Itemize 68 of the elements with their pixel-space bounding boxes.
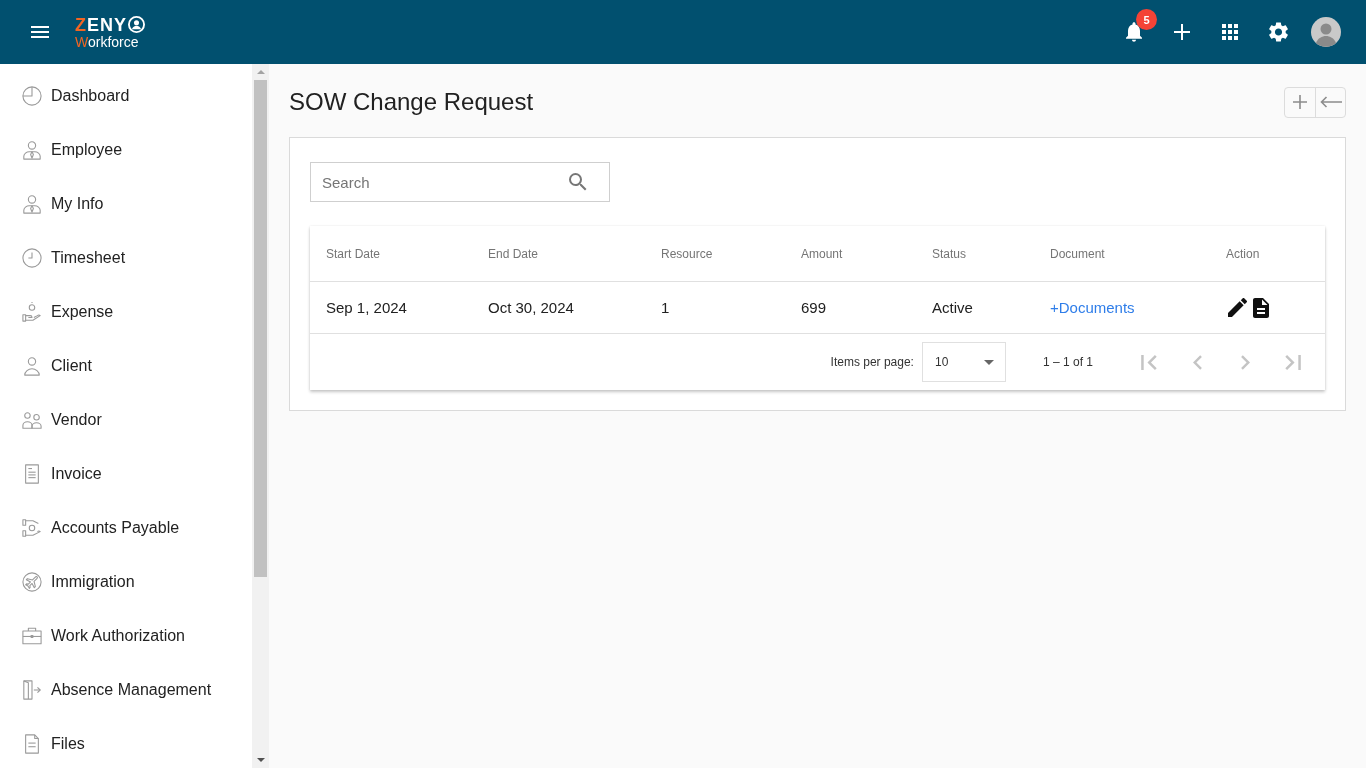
- sidebar-item[interactable]: Vendor: [0, 393, 252, 447]
- notification-badge: 5: [1136, 9, 1157, 30]
- column-header: Start Date: [326, 246, 381, 261]
- pie-chart-icon: [22, 86, 42, 106]
- column-header: Document: [1050, 246, 1105, 261]
- sidebar-item[interactable]: Files: [0, 717, 252, 768]
- notification-button[interactable]: 5: [1110, 8, 1158, 56]
- sidebar-item[interactable]: Invoice: [0, 447, 252, 501]
- plus-icon: [1174, 24, 1190, 40]
- search-field[interactable]: Search: [310, 162, 610, 202]
- file-icon: [22, 734, 42, 754]
- grid-icon: [1222, 24, 1238, 40]
- page-range-label: 1 – 1 of 1: [1042, 355, 1093, 369]
- first-page-icon: [1141, 354, 1157, 370]
- avatar-icon[interactable]: [1311, 17, 1341, 47]
- sidebar-item[interactable]: Work Authorization: [0, 609, 252, 663]
- scroll-down-icon[interactable]: [256, 758, 265, 762]
- scrollbar-thumb[interactable]: [254, 80, 267, 577]
- table-cell: Active: [932, 299, 973, 316]
- column-header: Action: [1226, 246, 1260, 261]
- hand-coin-icon: [22, 302, 42, 322]
- column-header: Amount: [801, 246, 843, 261]
- sidebar-item[interactable]: Accounts Payable: [0, 501, 252, 555]
- table-cell: Sep 1, 2024: [326, 299, 407, 316]
- column-header: Resource: [661, 246, 713, 261]
- plus-icon: [1293, 95, 1307, 109]
- menu-icon: [31, 26, 49, 38]
- sidebar-item[interactable]: Dashboard: [0, 69, 252, 123]
- caret-icon: [983, 359, 994, 365]
- sidebar-item[interactable]: Client: [0, 339, 252, 393]
- sidebar-item[interactable]: Expense: [0, 285, 252, 339]
- chevron-right-icon: [1240, 354, 1250, 370]
- logo-title: ZENY: [75, 15, 127, 34]
- invoice-icon: [22, 464, 42, 484]
- search-icon[interactable]: [569, 173, 587, 191]
- sidebar-item[interactable]: Absence Management: [0, 663, 252, 717]
- bell-icon: [1126, 22, 1142, 42]
- briefcase-icon: [22, 626, 42, 646]
- people-icon: [22, 410, 42, 430]
- logo-icon: [128, 16, 145, 33]
- column-header: Status: [932, 246, 967, 261]
- last-page-icon: [1285, 354, 1301, 370]
- door-arrow-icon: [22, 680, 42, 700]
- sidebar-item[interactable]: Timesheet: [0, 231, 252, 285]
- document-icon[interactable]: [1253, 297, 1269, 318]
- plane-in-circle-icon: [22, 572, 42, 592]
- arrow-left-icon: [1319, 96, 1342, 108]
- items-per-page-label: Items per page:: [830, 355, 914, 369]
- person-tie-icon: [22, 194, 42, 214]
- page-title: SOW Change Request: [289, 88, 534, 116]
- logo-subtitle: Workforce: [75, 34, 140, 49]
- table-cell: Oct 30, 2024: [488, 299, 574, 316]
- person-tie-icon: [22, 140, 42, 160]
- user-icon: [22, 356, 42, 376]
- chevron-left-icon: [1192, 354, 1202, 370]
- hands-coin-icon: [22, 518, 42, 538]
- table-cell: 699: [801, 299, 827, 316]
- back-button[interactable]: [1315, 87, 1345, 117]
- sidebar-item[interactable]: Employee: [0, 123, 252, 177]
- documents-link[interactable]: +Documents: [1050, 299, 1135, 316]
- settings-icon: [1268, 22, 1288, 42]
- page-size-select[interactable]: 10: [921, 342, 1006, 382]
- clock-icon: [22, 248, 42, 268]
- sidebar-item[interactable]: My Info: [0, 177, 252, 231]
- sidebar-item[interactable]: Immigration: [0, 555, 252, 609]
- column-header: End Date: [488, 246, 539, 261]
- table-cell: 1: [661, 299, 670, 316]
- pencil-icon[interactable]: [1228, 298, 1247, 317]
